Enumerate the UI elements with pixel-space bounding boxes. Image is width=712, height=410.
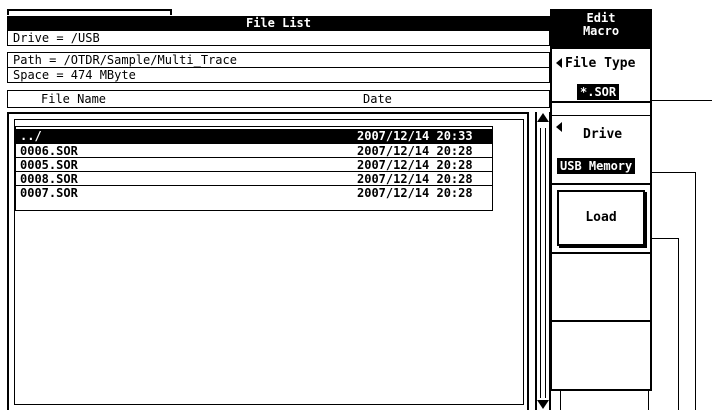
file-date: 2007/12/14 20:33 [357,129,473,143]
scroll-down-icon[interactable] [537,400,549,409]
callout-line-load-v [678,238,679,410]
edit-macro-softkey[interactable]: Edit Macro [552,11,650,49]
file-type-label: File Type [565,56,636,71]
drive-label: Drive [583,127,623,142]
left-arrow-icon [556,58,562,68]
table-row[interactable]: 0007.SOR 2007/12/14 20:28 [16,185,492,200]
file-date: 2007/12/14 20:28 [357,186,473,200]
drive-softkey[interactable]: Drive USB Memory [552,117,650,183]
callout-line-drive-v [695,172,696,410]
scrollbar-track[interactable] [540,128,546,398]
empty-softkey-1[interactable] [552,254,650,320]
table-row[interactable]: 0005.SOR 2007/12/14 20:28 [16,157,492,172]
left-arrow-icon [556,122,562,132]
panel-leader-left [560,391,561,410]
column-header-file-name: File Name [41,92,107,106]
table-row[interactable]: 0006.SOR 2007/12/14 20:28 [16,143,492,158]
file-table: ../ 2007/12/14 20:33 0006.SOR 2007/12/14… [15,126,493,211]
file-name: 0005.SOR [20,158,78,172]
drive-value: USB Memory [557,158,636,174]
file-name: 0007.SOR [20,186,78,200]
edit-macro-line2: Macro [582,24,620,38]
file-type-value: *.SOR [577,84,620,100]
file-name: 0008.SOR [20,172,78,186]
space-info: Space = 474 MByte [7,68,550,83]
path-info: Path = /OTDR/Sample/Multi_Trace [7,52,550,68]
drive-info: Drive = /USB [7,31,550,46]
file-list-title: File List [7,16,550,31]
title-tab-outline [7,9,172,15]
scroll-up-icon[interactable] [537,113,549,122]
file-date: 2007/12/14 20:28 [357,172,473,186]
file-name: 0006.SOR [20,144,78,158]
file-name: ../ [20,129,42,143]
callout-line-file-type [652,100,712,101]
file-date: 2007/12/14 20:28 [357,144,473,158]
column-header: File Name Date [7,90,550,108]
file-type-softkey[interactable]: File Type *.SOR [552,49,650,102]
file-date: 2007/12/14 20:28 [357,158,473,172]
table-row[interactable]: 0008.SOR 2007/12/14 20:28 [16,171,492,186]
callout-line-drive-h [652,172,696,173]
empty-softkey-2[interactable] [552,322,650,389]
callout-line-load-h [652,238,679,239]
table-row[interactable]: ../ 2007/12/14 20:33 [16,129,492,143]
softkey-divider [552,101,650,103]
softkey-divider [552,183,650,185]
column-header-date: Date [363,92,392,106]
softkey-divider [552,115,650,116]
panel-leader-right [648,391,649,410]
load-button[interactable]: Load [557,190,645,246]
